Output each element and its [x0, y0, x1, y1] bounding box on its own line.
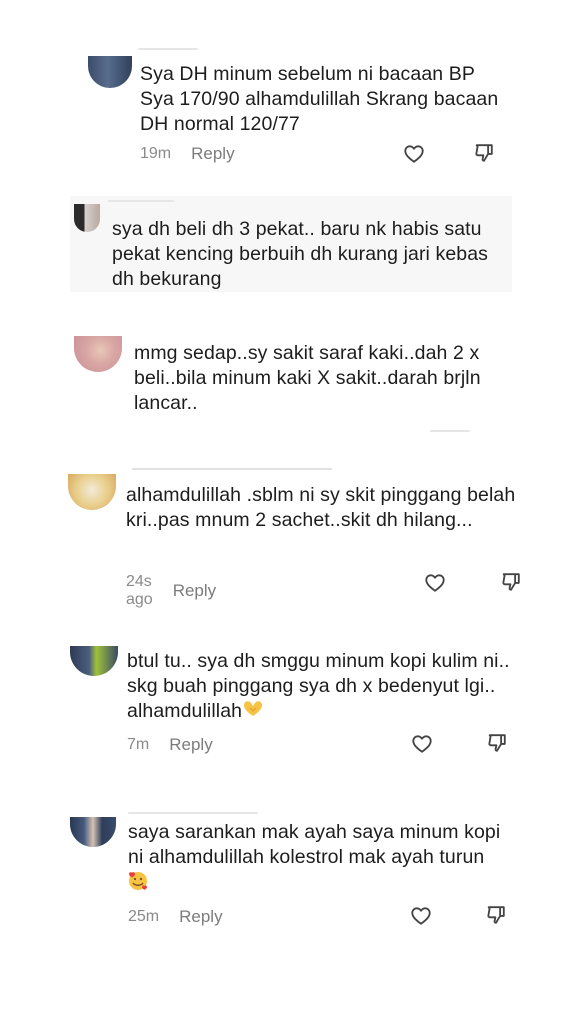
thumbs-down-icon[interactable]	[473, 142, 495, 164]
heart-outline-icon[interactable]	[411, 733, 433, 755]
comment-meta: 19m Reply	[140, 144, 235, 164]
thumbs-down-icon[interactable]	[485, 904, 507, 926]
avatar[interactable]	[88, 56, 132, 88]
reply-button[interactable]: Reply	[169, 735, 212, 755]
avatar[interactable]	[74, 336, 122, 372]
reply-button[interactable]: Reply	[191, 144, 234, 164]
avatar[interactable]	[68, 474, 116, 510]
comment-meta: 7m Reply	[127, 735, 213, 755]
comment-text: alhamdulillah .sblm ni sy skit pinggang …	[126, 484, 516, 531]
username-redacted	[132, 468, 332, 470]
avatar[interactable]	[70, 817, 116, 847]
comment-text: mmg sedap..sy sakit saraf kaki..dah 2 x …	[134, 342, 481, 414]
avatar[interactable]	[74, 204, 100, 232]
username-redacted	[108, 200, 174, 202]
comment-time: 7m	[127, 736, 150, 753]
comment-time: 19m	[140, 145, 172, 162]
comment-time: 25m	[128, 908, 160, 925]
reply-button[interactable]: Reply	[179, 907, 222, 927]
smiling-face-with-hearts-emoji	[127, 870, 149, 892]
heart-outline-icon[interactable]	[424, 572, 446, 594]
reply-button[interactable]: Reply	[173, 581, 216, 601]
avatar[interactable]	[70, 646, 118, 676]
heart-outline-icon[interactable]	[403, 143, 425, 165]
username-redacted	[138, 48, 198, 50]
divider	[430, 430, 470, 432]
comment-text: btul tu.. sya dh smggu minum kopi kulim …	[127, 649, 517, 724]
thumbs-down-icon[interactable]	[486, 732, 508, 754]
username-redacted	[128, 812, 258, 814]
comment-time: 24s ago	[126, 573, 153, 608]
comment-text: Sya DH minum sebelum ni bacaan BP Sya 17…	[140, 63, 499, 135]
comment-meta: 24s ago Reply	[126, 573, 216, 609]
comment-text: sya dh beli dh 3 pekat.. baru nk habis s…	[112, 218, 489, 290]
comment-text: saya sarankan mak ayah saya minum kopi n…	[128, 821, 501, 868]
comment-meta: 25m Reply	[128, 907, 223, 927]
thumbs-down-icon[interactable]	[500, 571, 522, 593]
heart-hands-emoji	[242, 699, 264, 724]
heart-outline-icon[interactable]	[410, 905, 432, 927]
